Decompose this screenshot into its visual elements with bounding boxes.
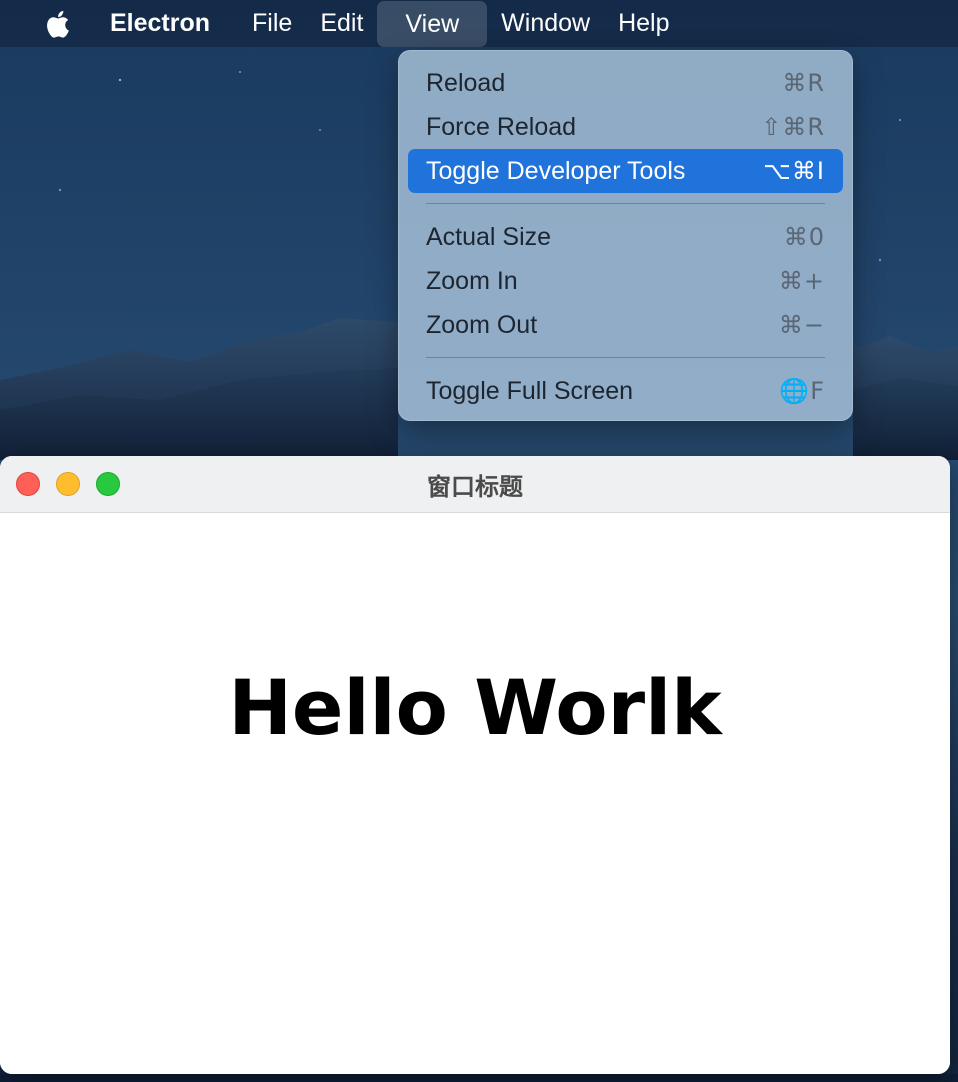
menu-item-shortcut: ⌥⌘I: [763, 157, 825, 185]
menu-bar: Electron File Edit View Window Help: [0, 0, 958, 47]
menu-item-zoom-out[interactable]: Zoom Out ⌘−: [408, 303, 843, 347]
content-heading: Hello Worlk: [228, 663, 722, 752]
view-menu-dropdown: Reload ⌘R Force Reload ⇧⌘R Toggle Develo…: [398, 50, 853, 421]
menu-separator: [426, 203, 825, 204]
menu-edit[interactable]: Edit: [306, 0, 377, 47]
window-titlebar[interactable]: 窗口标题: [0, 456, 950, 513]
close-window-button[interactable]: [16, 472, 40, 496]
menu-item-shortcut: ⌘R: [782, 69, 825, 97]
menu-app-electron[interactable]: Electron: [102, 0, 238, 47]
menu-item-label: Toggle Full Screen: [426, 376, 634, 405]
menu-file[interactable]: File: [238, 0, 306, 47]
menu-item-label: Actual Size: [426, 222, 552, 251]
menu-item-toggle-developer-tools[interactable]: Toggle Developer Tools ⌥⌘I: [408, 149, 843, 193]
menu-item-reload[interactable]: Reload ⌘R: [408, 61, 843, 105]
menu-item-shortcut: 🌐F: [779, 377, 825, 405]
window-title: 窗口标题: [427, 472, 523, 501]
menu-item-label: Force Reload: [426, 112, 577, 141]
menu-item-actual-size[interactable]: Actual Size ⌘0: [408, 215, 843, 259]
menu-item-label: Zoom Out: [426, 310, 538, 339]
menu-item-force-reload[interactable]: Force Reload ⇧⌘R: [408, 105, 843, 149]
app-window: 窗口标题 Hello Worlk: [0, 456, 950, 1074]
window-content: Hello Worlk: [0, 513, 950, 1074]
menu-item-label: Toggle Developer Tools: [426, 156, 686, 185]
menu-item-shortcut: ⌘−: [778, 311, 825, 339]
menu-window[interactable]: Window: [487, 0, 604, 47]
menu-item-zoom-in[interactable]: Zoom In ⌘+: [408, 259, 843, 303]
maximize-window-button[interactable]: [96, 472, 120, 496]
apple-logo-icon[interactable]: [36, 4, 76, 44]
menu-item-toggle-full-screen[interactable]: Toggle Full Screen 🌐F: [408, 369, 843, 413]
menu-item-shortcut: ⇧⌘R: [761, 113, 825, 141]
minimize-window-button[interactable]: [56, 472, 80, 496]
menu-item-label: Zoom In: [426, 266, 518, 295]
menu-item-label: Reload: [426, 68, 506, 97]
menu-item-shortcut: ⌘0: [783, 223, 825, 251]
menu-view[interactable]: View: [377, 1, 488, 47]
menu-separator: [426, 357, 825, 358]
menu-help[interactable]: Help: [604, 0, 683, 47]
menu-item-shortcut: ⌘+: [778, 267, 825, 295]
